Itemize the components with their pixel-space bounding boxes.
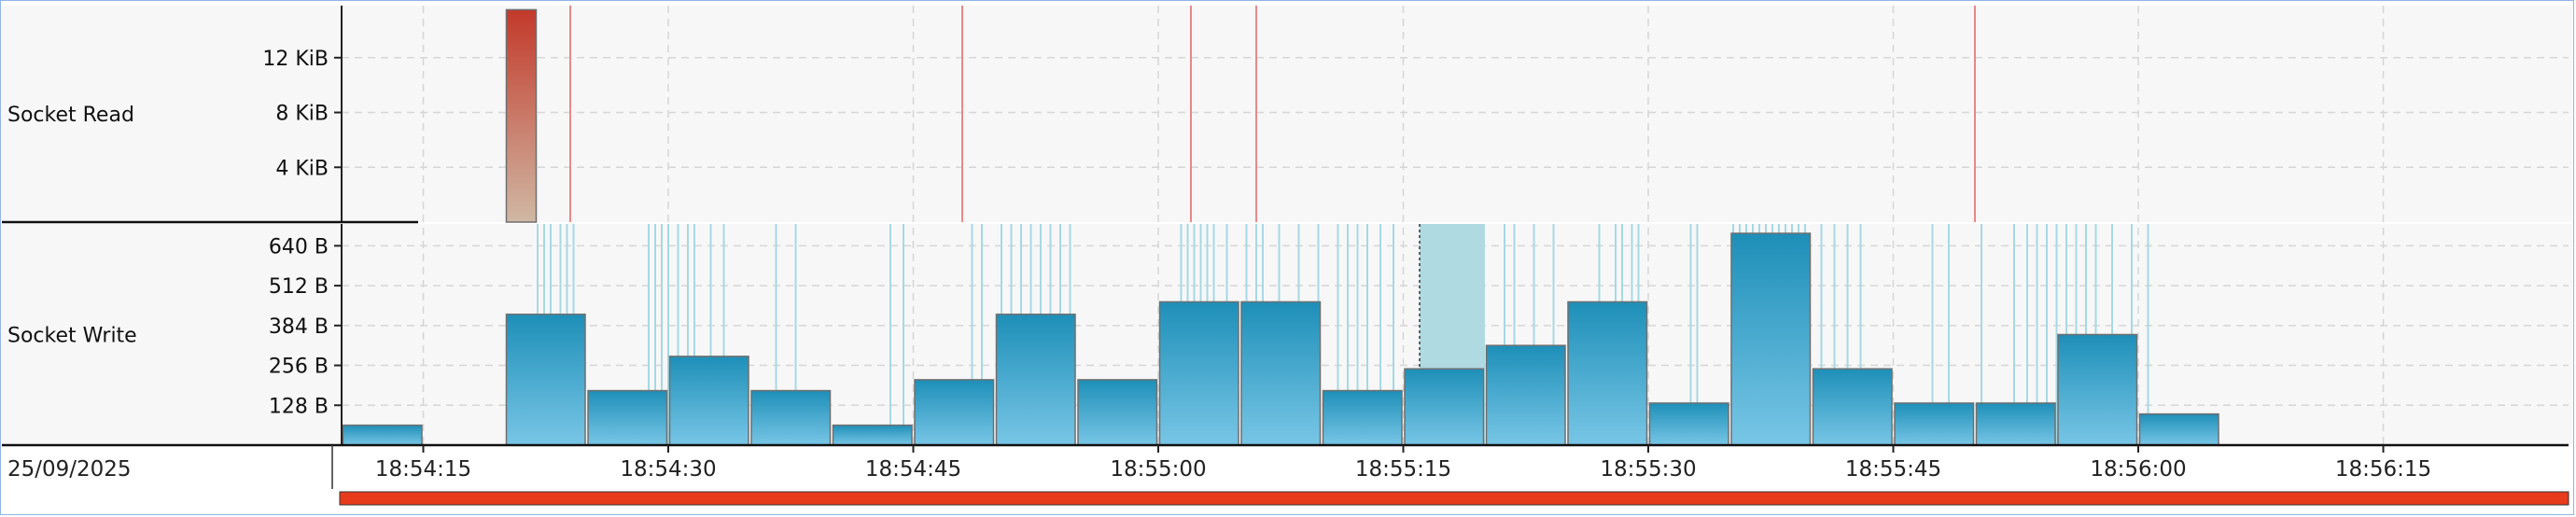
bar[interactable] <box>1975 402 2056 446</box>
time-tick-label: 18:56:00 <box>2090 457 2186 482</box>
y-tick-label: 128 B <box>269 395 329 418</box>
bar[interactable] <box>505 8 538 223</box>
bar[interactable] <box>668 356 749 446</box>
bar[interactable] <box>1322 389 1403 446</box>
y-tick-label: 256 B <box>269 356 329 379</box>
time-tick-label: 18:54:30 <box>620 457 716 482</box>
time-tick-label: 18:55:15 <box>1355 457 1451 482</box>
y-tick-label: 4 KiB <box>275 157 329 180</box>
bar[interactable] <box>995 314 1076 446</box>
bar[interactable] <box>914 379 995 446</box>
time-tick-label: 18:54:15 <box>375 457 471 482</box>
bar[interactable] <box>1240 300 1322 446</box>
time-tick-label: 18:55:30 <box>1600 457 1696 482</box>
lane-title: Socket Write <box>7 325 137 348</box>
lane-title: Socket Read <box>7 104 134 127</box>
bar[interactable] <box>1404 368 1485 446</box>
time-tick-label: 18:55:45 <box>1845 457 1941 482</box>
bar[interactable] <box>1648 402 1729 446</box>
bar[interactable] <box>1730 232 1812 446</box>
bar[interactable] <box>505 314 586 446</box>
bar[interactable] <box>1894 402 1975 446</box>
bar[interactable] <box>2057 333 2138 446</box>
time-tick-label: 18:54:45 <box>865 457 961 482</box>
y-tick-label: 384 B <box>269 315 329 339</box>
bar[interactable] <box>1812 368 1893 446</box>
y-tick-label: 640 B <box>269 235 329 258</box>
bar[interactable] <box>587 389 668 446</box>
bar[interactable] <box>1077 379 1158 446</box>
bar[interactable] <box>2138 412 2219 446</box>
time-tick-label: 18:55:00 <box>1110 457 1206 482</box>
time-tick-label: 18:56:15 <box>2335 457 2431 482</box>
time-range-bar[interactable] <box>339 491 2569 506</box>
bar[interactable] <box>750 389 832 446</box>
lane-background <box>2 6 2572 222</box>
bar[interactable] <box>342 424 423 446</box>
timeline-chart[interactable]: 4 KiB 8 KiB 12 KiB Socket Read 128 B 256 B 384… <box>0 0 2576 517</box>
bar[interactable] <box>832 424 913 446</box>
bar[interactable] <box>1567 300 1648 446</box>
y-tick-label: 8 KiB <box>275 103 329 126</box>
date-label: 25/09/2025 <box>7 457 132 482</box>
y-tick-label: 512 B <box>269 275 329 299</box>
bar[interactable] <box>1485 344 1566 446</box>
bar[interactable] <box>1158 300 1239 446</box>
y-tick-label: 12 KiB <box>262 48 329 71</box>
